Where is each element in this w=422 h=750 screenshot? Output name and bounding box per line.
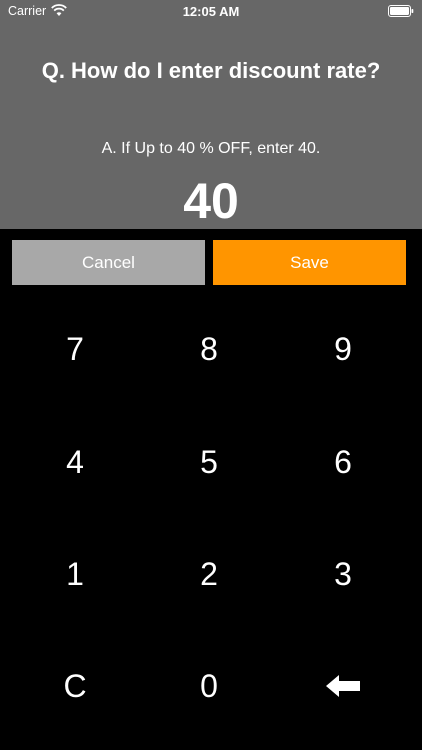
key-3[interactable]: 3: [288, 534, 398, 614]
battery-icon: [388, 5, 414, 17]
cancel-button[interactable]: Cancel: [12, 240, 205, 285]
status-time: 12:05 AM: [182, 4, 240, 19]
key-5[interactable]: 5: [154, 422, 264, 502]
status-bar: Carrier 12:05 AM: [0, 0, 422, 22]
key-7[interactable]: 7: [20, 309, 130, 389]
help-answer: A. If Up to 40 % OFF, enter 40.: [101, 140, 321, 157]
key-clear[interactable]: C: [20, 646, 130, 726]
save-button[interactable]: Save: [213, 240, 406, 285]
left-arrow-icon: [326, 675, 360, 697]
key-9[interactable]: 9: [288, 309, 398, 389]
key-4[interactable]: 4: [20, 422, 130, 502]
help-question: Q. How do I enter discount rate?: [41, 58, 381, 83]
key-1[interactable]: 1: [20, 534, 130, 614]
key-2[interactable]: 2: [154, 534, 264, 614]
help-header: Carrier 12:05 AM Q. How do I enter disco…: [0, 0, 422, 229]
backspace-key[interactable]: [288, 646, 398, 726]
entered-value-display: 40: [183, 173, 239, 229]
key-6[interactable]: 6: [288, 422, 398, 502]
key-0[interactable]: 0: [154, 646, 264, 726]
key-8[interactable]: 8: [154, 309, 264, 389]
